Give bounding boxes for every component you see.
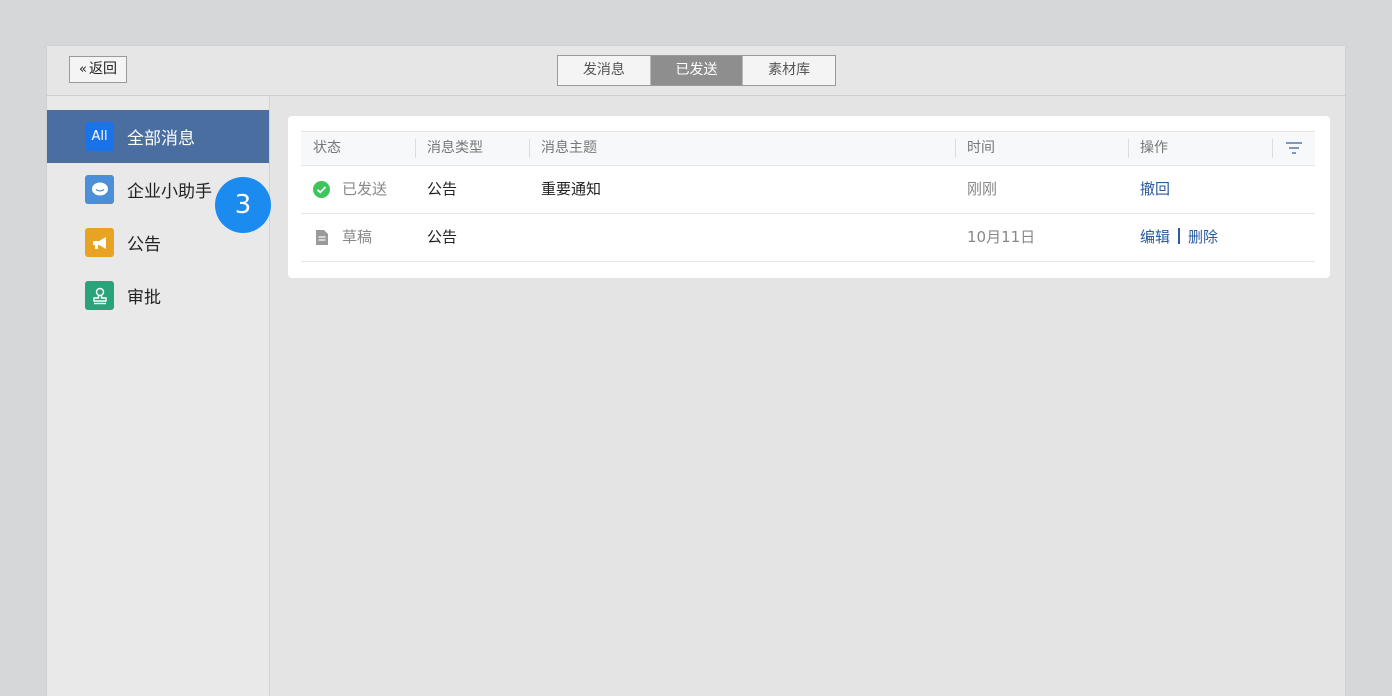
subject-text: 重要通知 bbox=[541, 180, 602, 198]
type-text: 公告 bbox=[427, 180, 458, 198]
status-text: 已发送 bbox=[342, 180, 388, 198]
status-text: 草稿 bbox=[342, 228, 373, 246]
header-type: 消息类型 bbox=[427, 140, 483, 156]
all-icon: All bbox=[85, 122, 114, 151]
megaphone-icon bbox=[85, 228, 114, 257]
back-button-label: 返回 bbox=[88, 61, 117, 77]
sidebar-item-label: 企业小助手 bbox=[127, 182, 212, 202]
tab-compose[interactable]: 发消息 bbox=[558, 56, 650, 85]
back-button[interactable]: «返回 bbox=[69, 56, 127, 83]
sidebar-item-label: 公告 bbox=[127, 235, 161, 255]
delete-link[interactable]: 删除 bbox=[1188, 228, 1218, 246]
table-row: 已发送 公告 重要通知 刚刚 撤回 bbox=[301, 166, 1315, 214]
chat-bubble-icon bbox=[85, 175, 114, 204]
tab-sent[interactable]: 已发送 bbox=[649, 56, 743, 85]
time-text: 刚刚 bbox=[967, 180, 998, 198]
edit-link[interactable]: 编辑 bbox=[1140, 228, 1170, 246]
table-header: 状态 消息类型 消息主题 时间 操作 bbox=[301, 131, 1315, 166]
header-divider bbox=[955, 139, 956, 158]
messages-table: 状态 消息类型 消息主题 时间 操作 已发送 公告 重要通知 刚刚 撤回 草稿 … bbox=[301, 131, 1315, 262]
time-text: 10月11日 bbox=[967, 228, 1036, 246]
header-status: 状态 bbox=[313, 140, 341, 156]
row-actions: 编辑 删除 bbox=[1140, 214, 1218, 261]
tab-library[interactable]: 素材库 bbox=[742, 56, 835, 85]
check-circle-icon bbox=[313, 181, 330, 198]
double-chevron-left-icon: « bbox=[79, 62, 87, 77]
header-divider bbox=[1128, 139, 1129, 158]
sidebar-item-label: 全部消息 bbox=[127, 129, 195, 149]
app-window: «返回 发消息 已发送 素材库 All 全部消息 企业小助手 公告 审批 3 状… bbox=[47, 46, 1345, 696]
stamp-icon bbox=[85, 281, 114, 310]
header-time: 时间 bbox=[967, 140, 995, 156]
header-divider bbox=[415, 139, 416, 158]
sidebar-item-all-messages[interactable]: All 全部消息 bbox=[47, 110, 269, 163]
table-row: 草稿 公告 10月11日 编辑 删除 bbox=[301, 214, 1315, 262]
messages-card: 状态 消息类型 消息主题 时间 操作 已发送 公告 重要通知 刚刚 撤回 草稿 … bbox=[288, 116, 1330, 278]
step-badge: 3 bbox=[215, 177, 271, 233]
header-subject: 消息主题 bbox=[541, 140, 597, 156]
revoke-link[interactable]: 撤回 bbox=[1140, 166, 1170, 213]
tab-group: 发消息 已发送 素材库 bbox=[557, 55, 836, 86]
action-divider bbox=[1178, 228, 1181, 244]
header-divider bbox=[529, 139, 530, 158]
sidebar-item-label: 审批 bbox=[127, 288, 161, 308]
header-divider bbox=[1272, 139, 1273, 158]
header-actions: 操作 bbox=[1140, 140, 1168, 156]
type-text: 公告 bbox=[427, 228, 458, 246]
document-icon bbox=[315, 229, 329, 246]
top-toolbar: «返回 发消息 已发送 素材库 bbox=[47, 46, 1345, 96]
sidebar-item-approval[interactable]: 审批 bbox=[47, 269, 269, 322]
